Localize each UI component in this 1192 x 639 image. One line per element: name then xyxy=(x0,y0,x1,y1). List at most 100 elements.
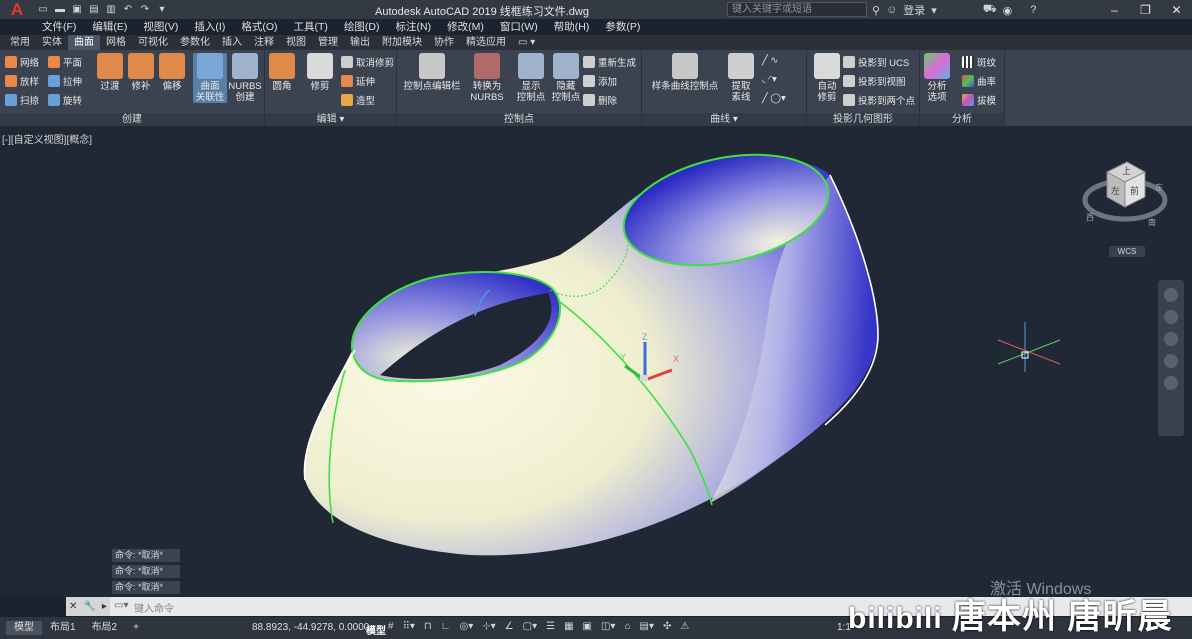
drawing-viewport[interactable]: Z X Y xyxy=(0,126,1192,596)
grid-icon[interactable]: # xyxy=(388,621,394,632)
panel-project-title[interactable]: 投影几何图形 xyxy=(807,113,919,126)
model-space-toggle[interactable]: 模型 xyxy=(366,622,386,637)
tab-output[interactable]: 输出 xyxy=(344,35,376,50)
loft-tool[interactable]: 放样 xyxy=(5,74,39,88)
fillet-button[interactable]: 圆角 xyxy=(265,53,299,92)
qat-dropdown-icon[interactable]: ▾ xyxy=(155,3,169,17)
tab-visualize[interactable]: 可视化 xyxy=(132,35,174,50)
tab-view[interactable]: 视图 xyxy=(280,35,312,50)
curve-arc-tool[interactable]: ◟ ◜▾ xyxy=(762,74,777,85)
convert-to-nurbs-button[interactable]: 转换为 NURBS xyxy=(469,53,505,103)
isodraft-icon[interactable]: ⊹▾ xyxy=(482,621,495,632)
search-input[interactable]: 键入关键字或短语 xyxy=(727,2,867,17)
show-cv-button[interactable]: 显示 控制点 xyxy=(513,53,549,103)
revolve-tool[interactable]: 旋转 xyxy=(48,93,82,107)
menu-tools[interactable]: 工具(T) xyxy=(286,19,336,34)
customize-icon[interactable]: 🔧 xyxy=(83,601,95,612)
offset-button[interactable]: 偏移 xyxy=(155,53,189,92)
tab-annotate[interactable]: 注释 xyxy=(248,35,280,50)
curvature-tool[interactable]: 曲率 xyxy=(962,74,996,88)
autocad-logo-icon[interactable]: A xyxy=(0,0,34,19)
redo-icon[interactable]: ↷ xyxy=(138,3,152,17)
gizmo-icon[interactable]: ✣ xyxy=(663,621,671,632)
panel-curves-title[interactable]: 曲线 ▾ xyxy=(642,113,806,126)
snap-icon[interactable]: ⠿▾ xyxy=(403,621,415,632)
menu-format[interactable]: 格式(O) xyxy=(233,19,285,34)
annotation-visibility-icon[interactable]: ⚠ xyxy=(680,621,689,632)
panel-cv-title[interactable]: 控制点 xyxy=(397,113,641,126)
tab-layout2[interactable]: 布局2 xyxy=(84,621,126,635)
3d-osnap-icon[interactable]: ◫▾ xyxy=(601,621,615,632)
tab-home[interactable]: 常用 xyxy=(4,35,36,50)
menu-window[interactable]: 窗口(W) xyxy=(492,19,546,34)
binoculars-icon[interactable]: ⚲ xyxy=(872,4,880,17)
zebra-tool[interactable]: 斑纹 xyxy=(962,55,996,69)
sculpt-tool[interactable]: 造型 xyxy=(341,93,375,107)
close-command-line-icon[interactable]: ✕ xyxy=(69,601,77,612)
close-icon[interactable]: ✕ xyxy=(1161,0,1192,19)
auto-trim-button[interactable]: 自动 修剪 xyxy=(810,53,844,103)
rebuild-tool[interactable]: 重新生成 xyxy=(583,55,636,69)
remove-cv-tool[interactable]: 删除 xyxy=(583,93,617,107)
network-tool[interactable]: 网络 xyxy=(5,55,39,69)
minimize-icon[interactable]: – xyxy=(1099,0,1130,19)
plot-icon[interactable]: ▥ xyxy=(104,3,118,17)
project-two-points-tool[interactable]: 投影到两个点 xyxy=(843,93,915,107)
selection-cycling-icon[interactable]: ▣ xyxy=(583,621,592,632)
maximize-icon[interactable]: ❐ xyxy=(1130,0,1161,19)
coordinates-readout[interactable]: 88.8923, -44.9278, 0.0000 xyxy=(252,622,369,633)
draft-tool[interactable]: 拔模 xyxy=(962,93,996,107)
surface-model[interactable]: Z X Y xyxy=(0,126,1192,596)
spline-cv-button[interactable]: 样条曲线控制点 xyxy=(650,53,720,92)
ortho-icon[interactable]: ∟ xyxy=(441,621,451,632)
tab-solid[interactable]: 实体 xyxy=(36,35,68,50)
menu-edit[interactable]: 编辑(E) xyxy=(84,19,135,34)
selection-filter-icon[interactable]: ▤▾ xyxy=(640,621,654,632)
untrim-tool[interactable]: 取消修剪 xyxy=(341,55,394,69)
curve-circle-tool[interactable]: ╱ ◯▾ xyxy=(762,93,786,104)
menu-file[interactable]: 文件(F) xyxy=(34,19,84,34)
menu-dimension[interactable]: 标注(N) xyxy=(388,19,440,34)
tab-addins[interactable]: 附加模块 xyxy=(376,35,428,50)
analysis-options-button[interactable]: 分析 选项 xyxy=(920,53,954,103)
menu-insert[interactable]: 插入(I) xyxy=(186,19,233,34)
curve-line-tool[interactable]: ╱ ∿ xyxy=(762,55,778,66)
steering-wheel-icon[interactable] xyxy=(1164,288,1178,302)
menu-draw[interactable]: 绘图(D) xyxy=(336,19,388,34)
viewport-controls-label[interactable]: [-][自定义视图][概念] xyxy=(2,131,92,146)
panel-analysis-title[interactable]: 分析 xyxy=(920,113,1004,126)
hide-cv-button[interactable]: 隐藏 控制点 xyxy=(548,53,584,103)
user-icon[interactable]: ☺ xyxy=(886,4,897,16)
extrude-tool[interactable]: 拉伸 xyxy=(48,74,82,88)
blend-button[interactable]: 过渡 xyxy=(93,53,127,92)
extract-isolines-button[interactable]: 提取 素线 xyxy=(724,53,758,103)
command-input[interactable]: 键入命令 xyxy=(134,600,174,615)
project-view-tool[interactable]: 投影到视图 xyxy=(843,74,906,88)
tab-layout1[interactable]: 布局1 xyxy=(42,621,84,635)
tab-collaborate[interactable]: 协作 xyxy=(428,35,460,50)
tab-mesh[interactable]: 网格 xyxy=(100,35,132,50)
extend-tool[interactable]: 延伸 xyxy=(341,74,375,88)
tab-surface[interactable]: 曲面 xyxy=(68,35,100,50)
new-file-icon[interactable]: ▭ xyxy=(36,3,50,17)
login-dropdown-icon[interactable]: ▾ xyxy=(931,4,937,17)
transparency-icon[interactable]: ▦ xyxy=(564,621,573,632)
add-cv-tool[interactable]: 添加 xyxy=(583,74,617,88)
sweep-tool[interactable]: 扫掠 xyxy=(5,93,39,107)
viewcube[interactable]: 上 左 前 西 南 东 xyxy=(1080,150,1170,260)
menu-parametric[interactable]: 参数(P) xyxy=(597,19,648,34)
panel-create-title[interactable]: 创建 xyxy=(0,113,264,126)
tab-featured-apps[interactable]: 精选应用 xyxy=(460,35,512,50)
infer-icon[interactable]: ⊓ xyxy=(424,621,432,632)
tab-manage[interactable]: 管理 xyxy=(312,35,344,50)
undo-icon[interactable]: ↶ xyxy=(121,3,135,17)
planar-tool[interactable]: 平面 xyxy=(48,55,82,69)
tab-parametric[interactable]: 参数化 xyxy=(174,35,216,50)
exchange-icon[interactable]: ◉ xyxy=(1003,4,1013,17)
cv-edit-bar-button[interactable]: 控制点编辑栏 xyxy=(401,53,463,92)
login-link[interactable]: 登录 xyxy=(903,2,925,18)
dynamic-ucs-icon[interactable]: ⌂ xyxy=(624,621,630,632)
pan-icon[interactable] xyxy=(1164,310,1178,324)
nurbs-creation-button[interactable]: NURBS 创建 xyxy=(228,53,262,103)
surface-associativity-button[interactable]: 曲面 关联性 xyxy=(193,53,227,103)
